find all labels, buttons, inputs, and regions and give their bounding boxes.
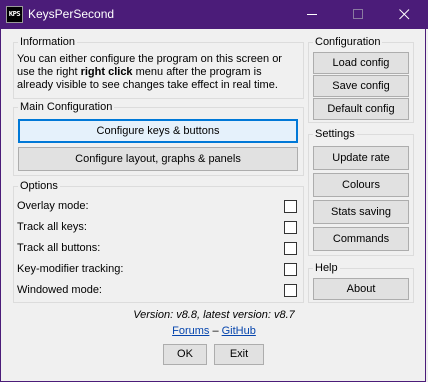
maximize-icon: [353, 9, 363, 19]
windowed-mode-label: Windowed mode:: [17, 284, 102, 296]
information-legend: Information: [18, 36, 78, 49]
link-separator: –: [209, 325, 222, 337]
overlay-mode-checkbox[interactable]: [284, 200, 297, 213]
help-legend: Help: [313, 262, 340, 275]
exit-button[interactable]: Exit: [214, 344, 264, 365]
maximize-button[interactable]: [336, 0, 382, 29]
load-config-button[interactable]: Load config: [313, 52, 409, 74]
window-title: KeysPerSecond: [28, 7, 115, 21]
forums-link[interactable]: Forums: [172, 325, 209, 337]
windowed-mode-checkbox[interactable]: [284, 284, 297, 297]
version-text: Version: v8.8, latest version: v8.7: [133, 309, 295, 321]
options-legend: Options: [18, 180, 60, 193]
about-button[interactable]: About: [313, 278, 409, 300]
right-click-emphasis: right click: [80, 66, 133, 78]
track-all-keys-checkbox[interactable]: [284, 221, 297, 234]
minimize-button[interactable]: [290, 0, 336, 29]
configure-layout-button[interactable]: Configure layout, graphs & panels: [18, 147, 298, 171]
default-config-button[interactable]: Default config: [313, 98, 409, 120]
minimize-icon: [307, 14, 317, 15]
colours-button[interactable]: Colours: [313, 173, 409, 197]
track-all-keys-label: Track all keys:: [17, 221, 87, 233]
track-all-buttons-label: Track all buttons:: [17, 242, 101, 254]
track-all-buttons-checkbox[interactable]: [284, 242, 297, 255]
commands-button[interactable]: Commands: [313, 227, 409, 251]
title-bar[interactable]: KPS KeysPerSecond: [0, 0, 428, 29]
main-configuration-legend: Main Configuration: [18, 101, 115, 114]
update-rate-button[interactable]: Update rate: [313, 146, 409, 170]
overlay-mode-label: Overlay mode:: [17, 200, 89, 212]
settings-legend: Settings: [313, 128, 357, 141]
footer-links: Forums – GitHub: [0, 325, 428, 337]
key-modifier-tracking-label: Key-modifier tracking:: [17, 263, 124, 275]
close-icon: [399, 9, 410, 20]
configuration-legend: Configuration: [313, 36, 383, 49]
key-modifier-tracking-checkbox[interactable]: [284, 263, 297, 276]
ok-button[interactable]: OK: [163, 344, 207, 365]
configure-keys-button[interactable]: Configure keys & buttons: [18, 119, 298, 143]
stats-saving-button[interactable]: Stats saving: [313, 200, 409, 224]
github-link[interactable]: GitHub: [222, 325, 256, 337]
close-button[interactable]: [382, 0, 428, 29]
save-config-button[interactable]: Save config: [313, 75, 409, 97]
app-icon: KPS: [6, 6, 23, 23]
information-text: You can either configure the program on …: [17, 53, 282, 91]
